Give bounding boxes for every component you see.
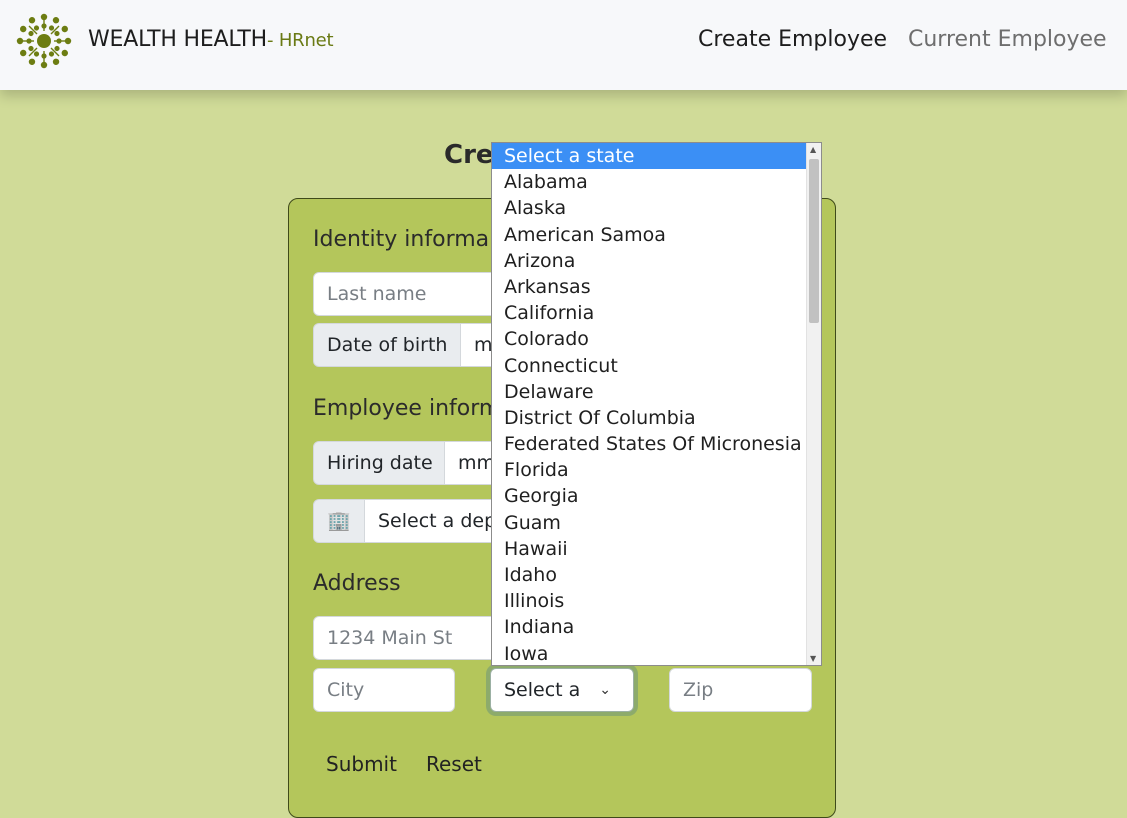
scrollbar-thumb[interactable] [809,159,819,323]
state-option[interactable]: Florida [492,457,807,483]
state-option[interactable]: Alaska [492,195,807,221]
brand-subtitle: - HRnet [267,30,334,51]
nav-create-employee-link[interactable]: Create Employee [698,27,887,52]
identity-section-title: Identity informa [313,227,490,252]
brand-title[interactable]: WEALTH HEALTH- HRnet [88,27,334,52]
state-option[interactable]: Connecticut [492,353,807,379]
last-name-placeholder: Last name [327,283,427,305]
state-option[interactable]: Guam [492,510,807,536]
street-placeholder: 1234 Main St [327,627,453,649]
dropdown-scrollbar[interactable]: ▲ ▼ [806,143,821,665]
scroll-up-arrow-icon[interactable]: ▲ [810,145,816,154]
state-option[interactable]: Hawaii [492,536,807,562]
zip-input[interactable]: Zip [669,668,812,712]
employee-section-title: Employee inform [313,396,501,421]
state-option[interactable]: Indiana [492,614,807,640]
reset-button[interactable]: Reset [426,752,482,776]
brand-name: WEALTH HEALTH [88,27,268,52]
state-option[interactable]: Arkansas [492,274,807,300]
zip-placeholder: Zip [683,679,714,701]
state-option[interactable]: Iowa [492,641,807,665]
state-dropdown-list[interactable]: Select a state Alabama Alaska American Samo… [491,142,822,666]
city-input[interactable]: City [313,668,455,712]
state-option[interactable]: California [492,300,807,326]
state-option[interactable]: Alabama [492,169,807,195]
building-icon: 🏢 [313,499,365,543]
state-option[interactable]: American Samoa [492,222,807,248]
chevron-down-icon: ⌄ [599,682,611,698]
state-option[interactable]: Georgia [492,483,807,509]
state-options: Select a state Alabama Alaska American Samo… [492,143,807,665]
date-of-birth-label: Date of birth [313,323,461,367]
submit-button[interactable]: Submit [326,752,397,776]
state-option[interactable]: Select a state [492,143,807,170]
navbar: WEALTH HEALTH- HRnet Create Employee Cur… [0,0,1127,90]
scroll-down-arrow-icon[interactable]: ▼ [810,654,816,663]
state-option[interactable]: Arizona [492,248,807,274]
state-select[interactable]: Select a ⌄ [490,668,634,712]
hiring-date-label: Hiring date [313,441,445,485]
state-option[interactable]: Idaho [492,562,807,588]
page-title: Cre [444,140,494,170]
wealth-health-logo-icon[interactable] [14,11,74,71]
state-option[interactable]: Delaware [492,379,807,405]
state-option[interactable]: Federated States Of Micronesia [492,431,807,457]
nav-current-employee-link[interactable]: Current Employee [908,27,1107,52]
state-option[interactable]: District Of Columbia [492,405,807,431]
state-option[interactable]: Colorado [492,326,807,352]
state-select-value: Select a [504,679,581,701]
city-placeholder: City [327,679,365,701]
state-option[interactable]: Illinois [492,588,807,614]
address-section-title: Address [313,571,401,596]
